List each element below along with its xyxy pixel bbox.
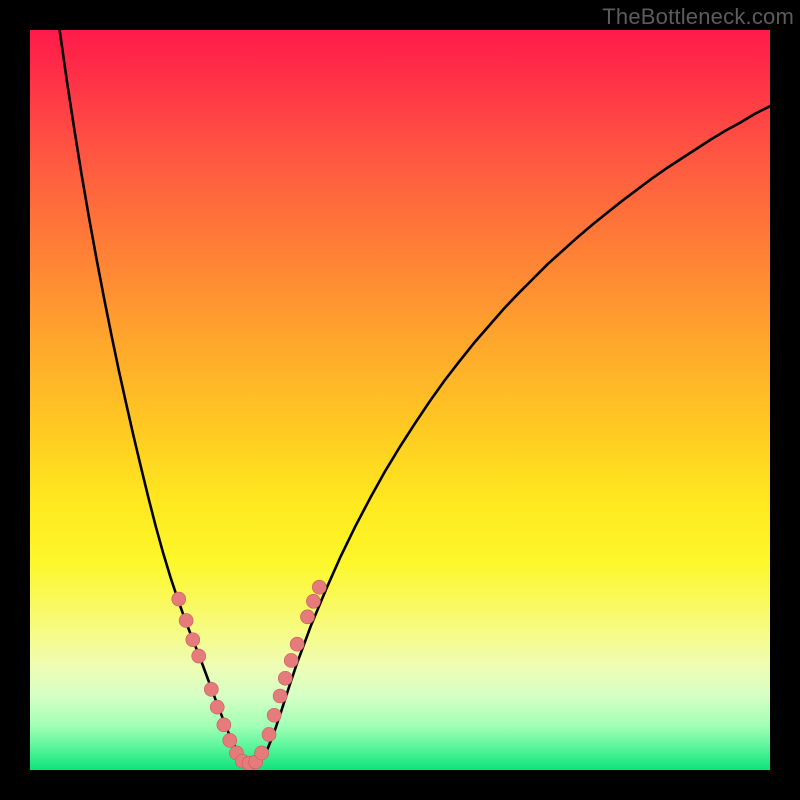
data-point (301, 610, 315, 624)
data-point (290, 637, 304, 651)
data-point (278, 671, 292, 685)
data-point (217, 718, 231, 732)
data-point (186, 633, 200, 647)
data-point (192, 649, 206, 663)
plot-area (30, 30, 770, 770)
chart-frame: TheBottleneck.com (0, 0, 800, 800)
data-point (284, 653, 298, 667)
data-point (306, 594, 320, 608)
data-point (179, 614, 193, 628)
data-point (210, 700, 224, 714)
data-point (262, 727, 276, 741)
data-point (267, 708, 281, 722)
data-point (312, 580, 326, 594)
data-point (223, 733, 237, 747)
data-point (273, 689, 287, 703)
data-point (172, 592, 186, 606)
watermark-text: TheBottleneck.com (602, 4, 794, 30)
data-point (255, 746, 269, 760)
chart-svg (30, 30, 770, 770)
data-point (204, 682, 218, 696)
bottleneck-curve (60, 30, 770, 763)
